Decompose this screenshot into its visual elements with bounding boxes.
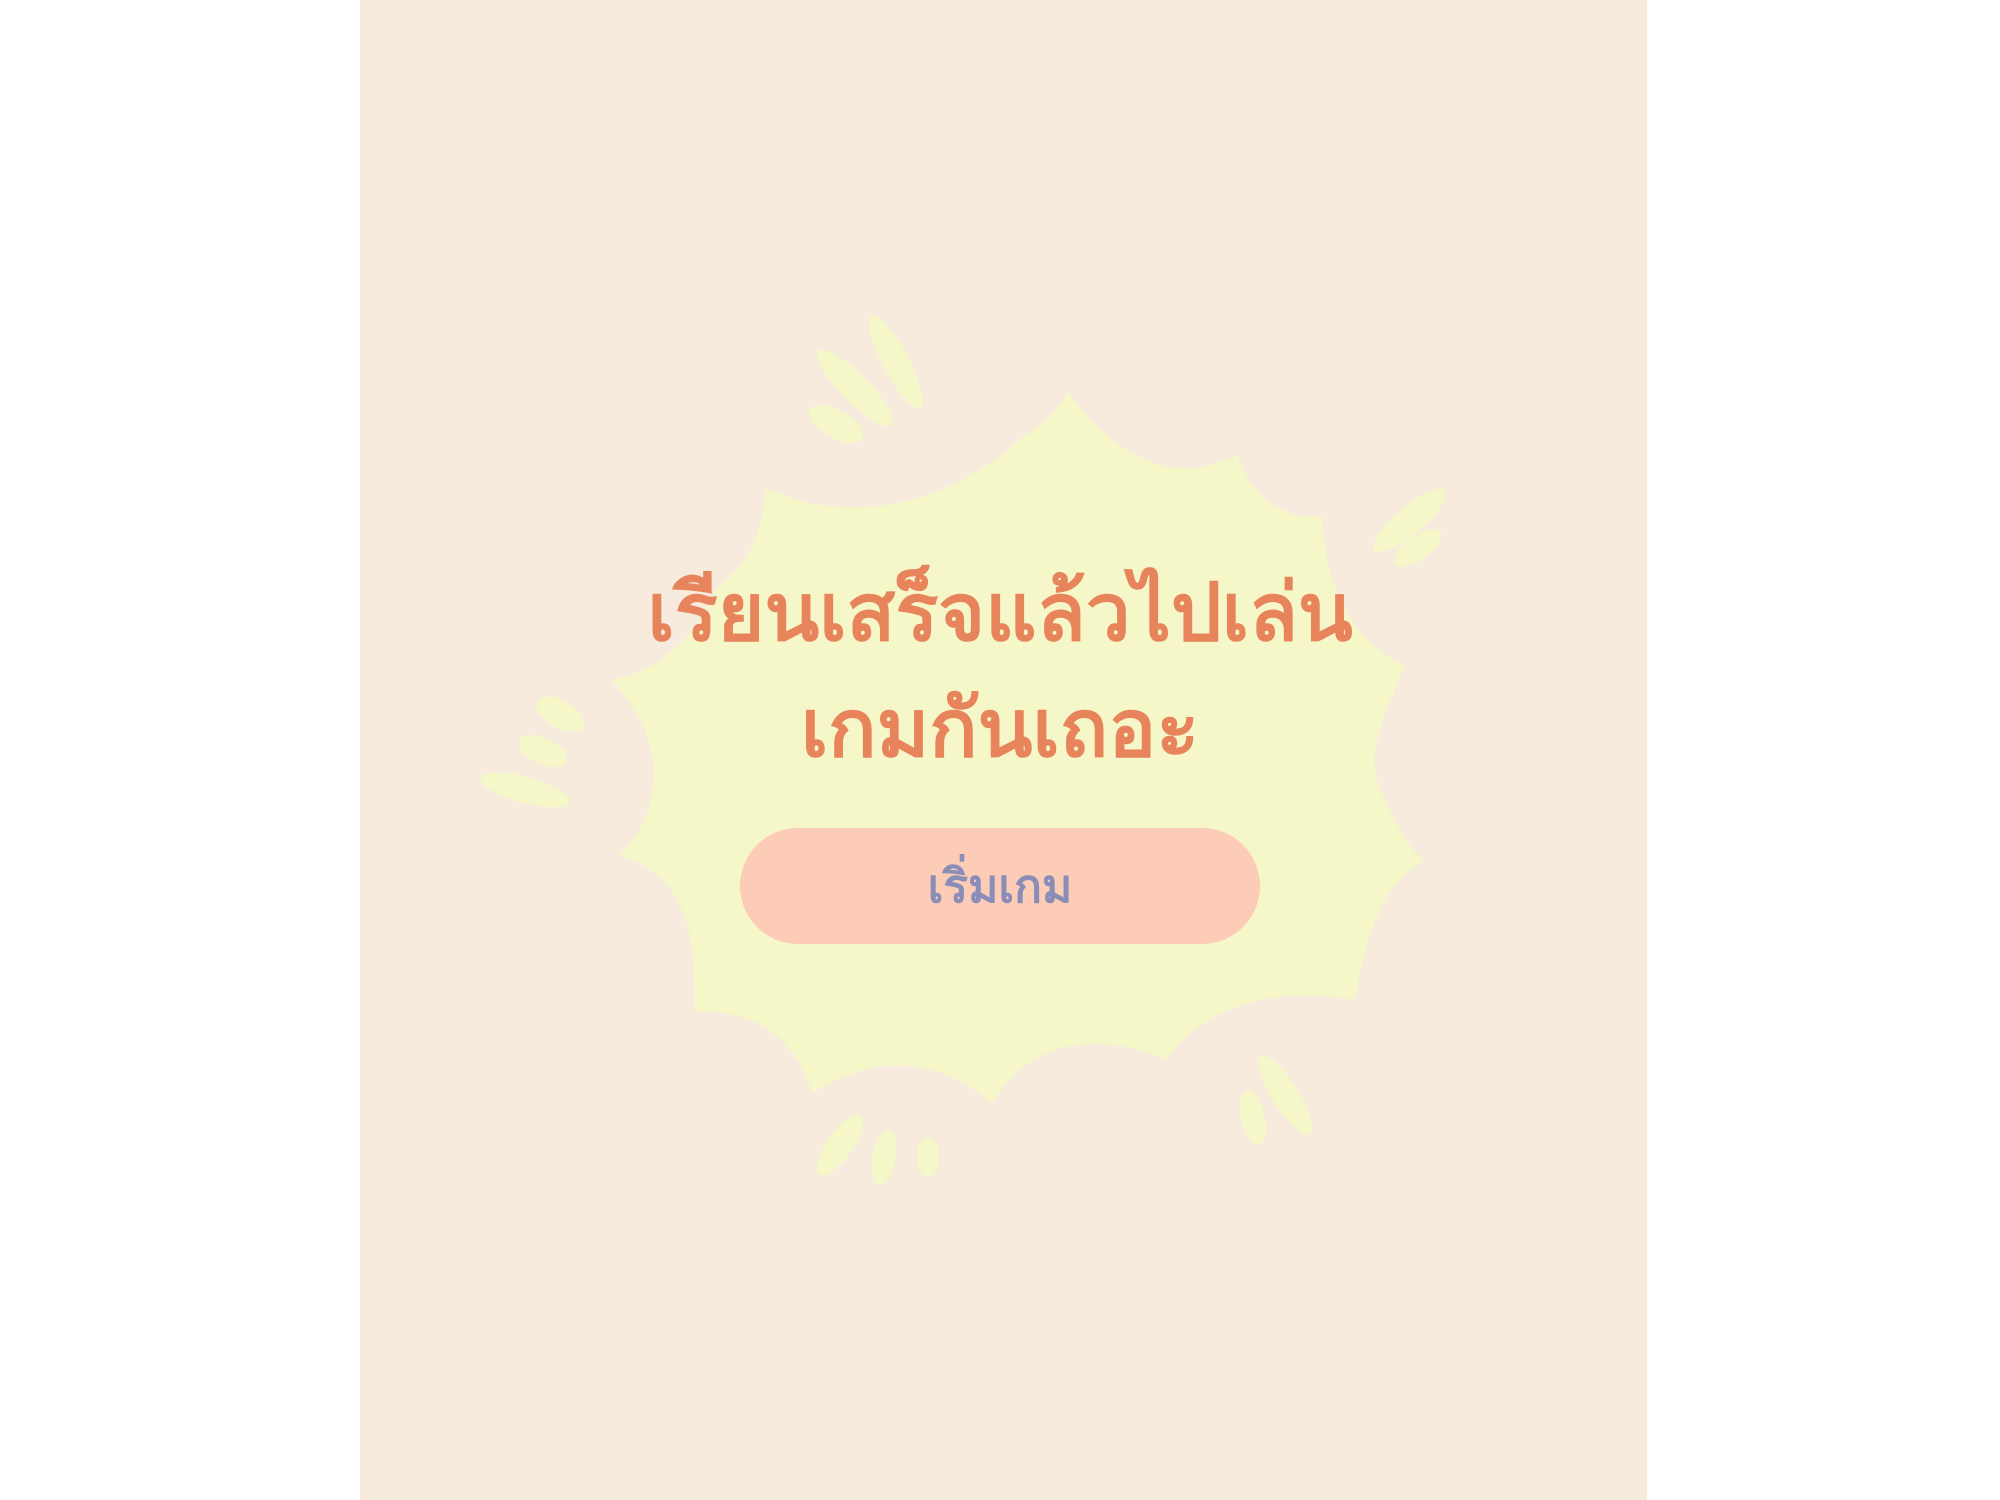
sparkle-dash-icon — [917, 1137, 939, 1177]
page-title: เรียนเสร็จแล้วไปเล่น เกมกันเถอะ — [540, 555, 1460, 787]
sparkle-dash-icon — [1239, 1090, 1267, 1146]
sparkle-dash-icon — [816, 1114, 864, 1176]
start-game-button[interactable]: เริ่มเกม — [740, 828, 1260, 944]
sparkle-dash-icon — [871, 1129, 897, 1185]
title-line-1: เรียนเสร็จแล้วไปเล่น — [647, 566, 1353, 659]
title-line-2: เกมกันเถอะ — [800, 682, 1200, 775]
game-start-screen: เรียนเสร็จแล้วไปเล่น เกมกันเถอะ เริ่มเกม — [0, 0, 2000, 1500]
